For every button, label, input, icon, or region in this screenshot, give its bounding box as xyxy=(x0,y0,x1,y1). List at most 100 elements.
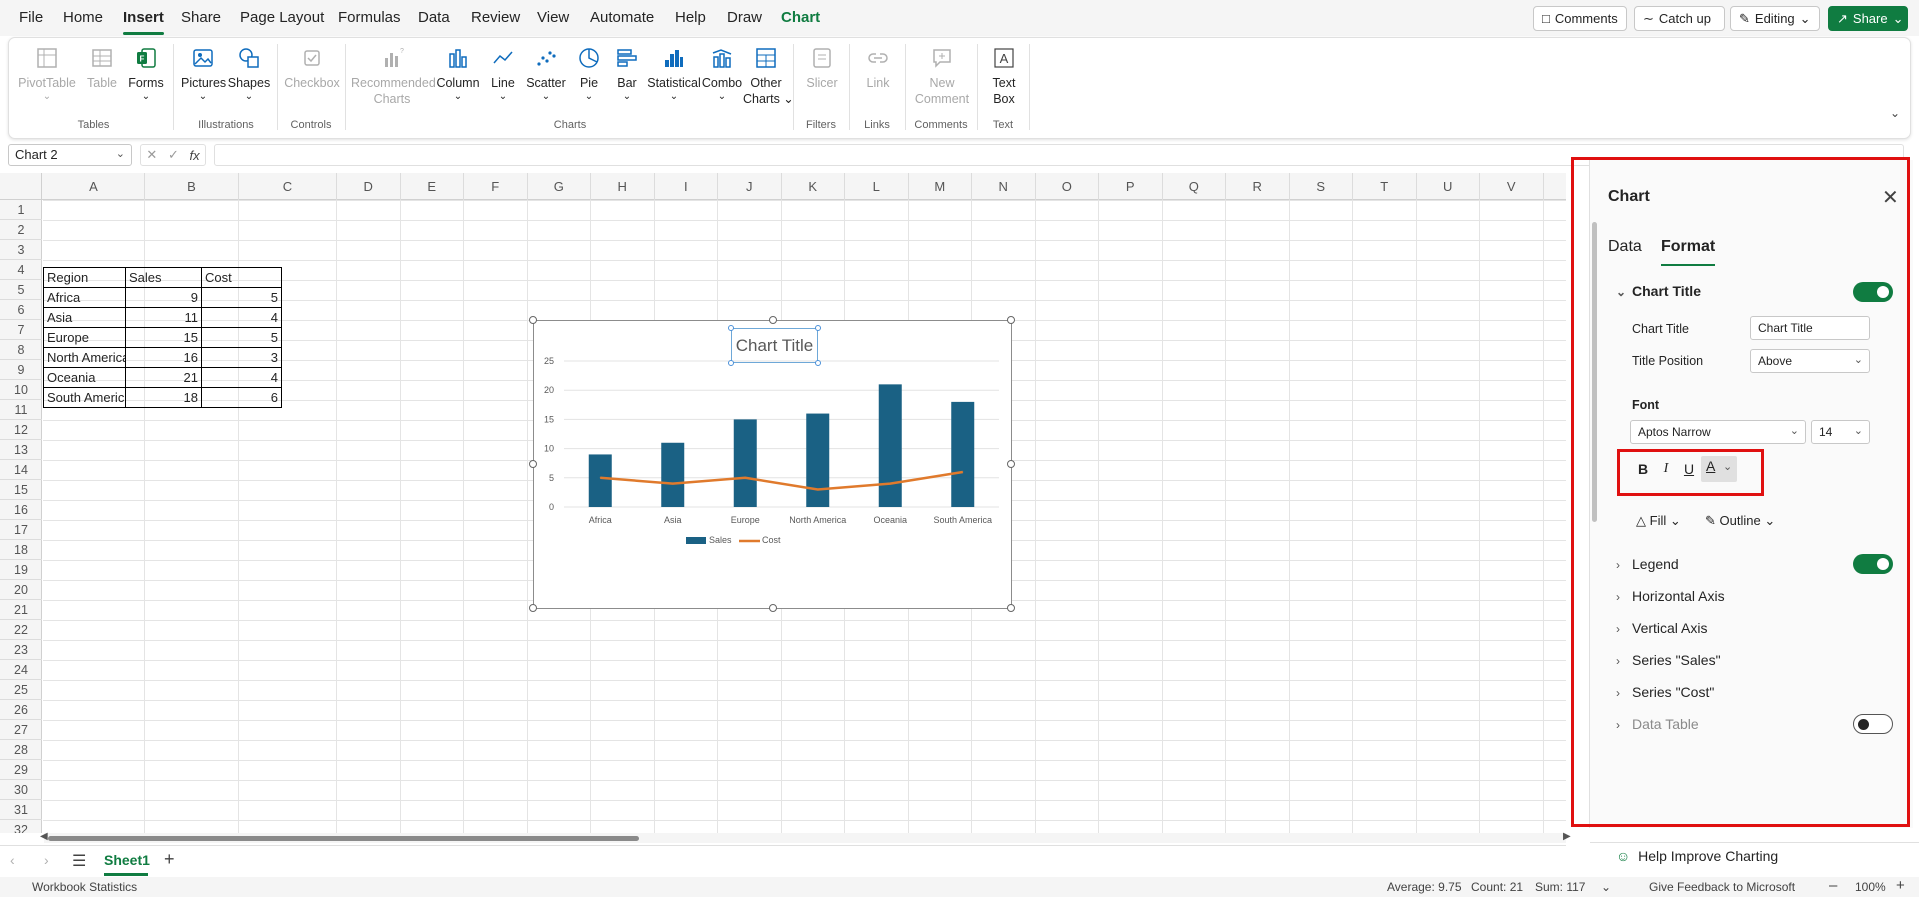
title-handle[interactable] xyxy=(728,325,734,331)
font-name-select[interactable]: Aptos Narrow ⌄ xyxy=(1630,420,1806,444)
title-handle[interactable] xyxy=(815,360,821,366)
row-header[interactable]: 13 xyxy=(0,440,42,460)
forms-button[interactable]: F Forms ⌄ xyxy=(123,46,169,103)
chart-title-toggle[interactable] xyxy=(1853,282,1893,302)
scroll-thumb[interactable] xyxy=(48,836,639,841)
column-header[interactable]: T xyxy=(1353,173,1417,200)
bold-button[interactable]: B xyxy=(1632,458,1654,480)
chart-title[interactable]: Chart Title xyxy=(731,328,818,363)
column-header[interactable]: M xyxy=(909,173,972,200)
zoom-out-icon[interactable]: – xyxy=(1829,877,1837,894)
row-header[interactable]: 31 xyxy=(0,800,42,820)
chart-title-input[interactable]: Chart Title xyxy=(1750,316,1870,340)
row-header[interactable]: 27 xyxy=(0,720,42,740)
column-header[interactable]: V xyxy=(1480,173,1544,200)
function-icon[interactable]: fx xyxy=(190,148,200,163)
column-header[interactable]: P xyxy=(1099,173,1163,200)
data-cell[interactable]: 6 xyxy=(201,387,282,408)
all-sheets-icon[interactable]: ☰ xyxy=(72,851,86,871)
pictures-button[interactable]: Pictures ⌄ xyxy=(181,46,226,103)
check-icon[interactable]: ✓ xyxy=(168,147,179,163)
comments-button[interactable]: □ Comments xyxy=(1533,6,1627,31)
share-button[interactable]: ↗ Share ⌄ xyxy=(1828,6,1908,31)
header-cell[interactable]: Cost xyxy=(201,267,282,288)
row-header[interactable]: 20 xyxy=(0,580,42,600)
tab-insert[interactable]: Insert xyxy=(123,9,164,35)
column-header[interactable]: S xyxy=(1290,173,1353,200)
row-header[interactable]: 17 xyxy=(0,520,42,540)
table-button[interactable]: Table xyxy=(81,46,123,91)
collapse-ribbon-icon[interactable]: ⌄ xyxy=(1890,106,1900,120)
header-cell[interactable]: Region xyxy=(43,267,126,288)
bar-chart-button[interactable]: Bar ⌄ xyxy=(609,46,645,103)
data-table-toggle[interactable] xyxy=(1853,714,1893,734)
data-cell[interactable]: 4 xyxy=(201,367,282,388)
row-header[interactable]: 1 xyxy=(0,200,42,220)
row-header[interactable]: 7 xyxy=(0,320,42,340)
data-cell[interactable]: North America xyxy=(43,347,126,368)
data-cell[interactable]: 18 xyxy=(125,387,202,408)
column-header[interactable]: U xyxy=(1417,173,1480,200)
data-cell[interactable]: 4 xyxy=(201,307,282,328)
column-header[interactable]: D xyxy=(337,173,401,200)
data-cell[interactable]: 9 xyxy=(125,287,202,308)
data-cell[interactable]: Europe xyxy=(43,327,126,348)
row-header[interactable]: 11 xyxy=(0,400,42,420)
tab-chart[interactable]: Chart xyxy=(781,9,820,26)
column-header[interactable]: O xyxy=(1036,173,1099,200)
scroll-right-icon[interactable]: ▶ xyxy=(1563,831,1571,842)
pie-chart-button[interactable]: Pie ⌄ xyxy=(571,46,607,103)
tab-view[interactable]: View xyxy=(537,9,569,26)
row-header[interactable]: 9 xyxy=(0,360,42,380)
row-header[interactable]: 28 xyxy=(0,740,42,760)
row-header[interactable]: 19 xyxy=(0,560,42,580)
combo-chart-button[interactable]: Combo ⌄ xyxy=(701,46,743,103)
catch-up-button[interactable]: ∼ Catch up xyxy=(1634,6,1725,31)
column-header[interactable]: E xyxy=(401,173,464,200)
other-charts-button[interactable]: Other Charts ⌄ xyxy=(743,46,794,107)
data-cell[interactable]: 15 xyxy=(125,327,202,348)
row-header[interactable]: 4 xyxy=(0,260,42,280)
outline-button[interactable]: ✎ Outline ⌄ xyxy=(1705,513,1775,529)
recommended-charts-button[interactable]: ? Recommended Charts xyxy=(351,46,436,107)
tab-home[interactable]: Home xyxy=(63,9,103,26)
text-box-button[interactable]: A Text Box xyxy=(983,46,1025,107)
column-header[interactable]: N xyxy=(972,173,1036,200)
row-header[interactable]: 2 xyxy=(0,220,42,240)
tab-data[interactable]: Data xyxy=(418,9,450,26)
zoom-level[interactable]: 100% xyxy=(1855,880,1886,894)
prev-sheet-icon[interactable]: ‹ xyxy=(10,852,15,868)
status-options-chevron-icon[interactable]: ⌄ xyxy=(1601,880,1611,894)
fill-button[interactable]: △ Fill ⌄ xyxy=(1636,513,1681,529)
column-header[interactable]: J xyxy=(718,173,782,200)
tab-formulas[interactable]: Formulas xyxy=(338,9,401,26)
feedback-link[interactable]: Give Feedback to Microsoft xyxy=(1649,880,1795,894)
column-header[interactable]: C xyxy=(239,173,337,200)
tab-file[interactable]: File xyxy=(19,9,43,26)
section-chart-title[interactable]: ⌄ Chart Title xyxy=(1616,283,1701,299)
header-cell[interactable]: Sales xyxy=(125,267,202,288)
help-improve-charting-link[interactable]: ☺ Help Improve Charting xyxy=(1616,848,1778,864)
font-size-select[interactable]: 14 ⌄ xyxy=(1811,420,1870,444)
row-header[interactable]: 5 xyxy=(0,280,42,300)
data-cell[interactable]: Africa xyxy=(43,287,126,308)
row-header[interactable]: 15 xyxy=(0,480,42,500)
column-header[interactable]: R xyxy=(1226,173,1290,200)
title-handle[interactable] xyxy=(815,325,821,331)
name-box[interactable]: Chart 2 ⌄ xyxy=(8,144,132,166)
data-cell[interactable]: South America xyxy=(43,387,126,408)
row-header[interactable]: 30 xyxy=(0,780,42,800)
title-position-select[interactable]: Above ⌄ xyxy=(1750,349,1870,373)
row-header[interactable]: 23 xyxy=(0,640,42,660)
column-header[interactable]: B xyxy=(145,173,239,200)
section-series-sales[interactable]: › Series "Sales" xyxy=(1616,652,1721,668)
section-vertical-axis[interactable]: › Vertical Axis xyxy=(1616,620,1707,636)
section-legend[interactable]: › Legend xyxy=(1616,556,1679,572)
row-header[interactable]: 29 xyxy=(0,760,42,780)
data-cell[interactable]: 3 xyxy=(201,347,282,368)
data-cell[interactable]: 5 xyxy=(201,327,282,348)
row-header[interactable]: 3 xyxy=(0,240,42,260)
resize-handle[interactable] xyxy=(1007,604,1015,612)
tab-automate[interactable]: Automate xyxy=(590,9,654,26)
close-icon[interactable]: ✕ xyxy=(1882,185,1899,210)
